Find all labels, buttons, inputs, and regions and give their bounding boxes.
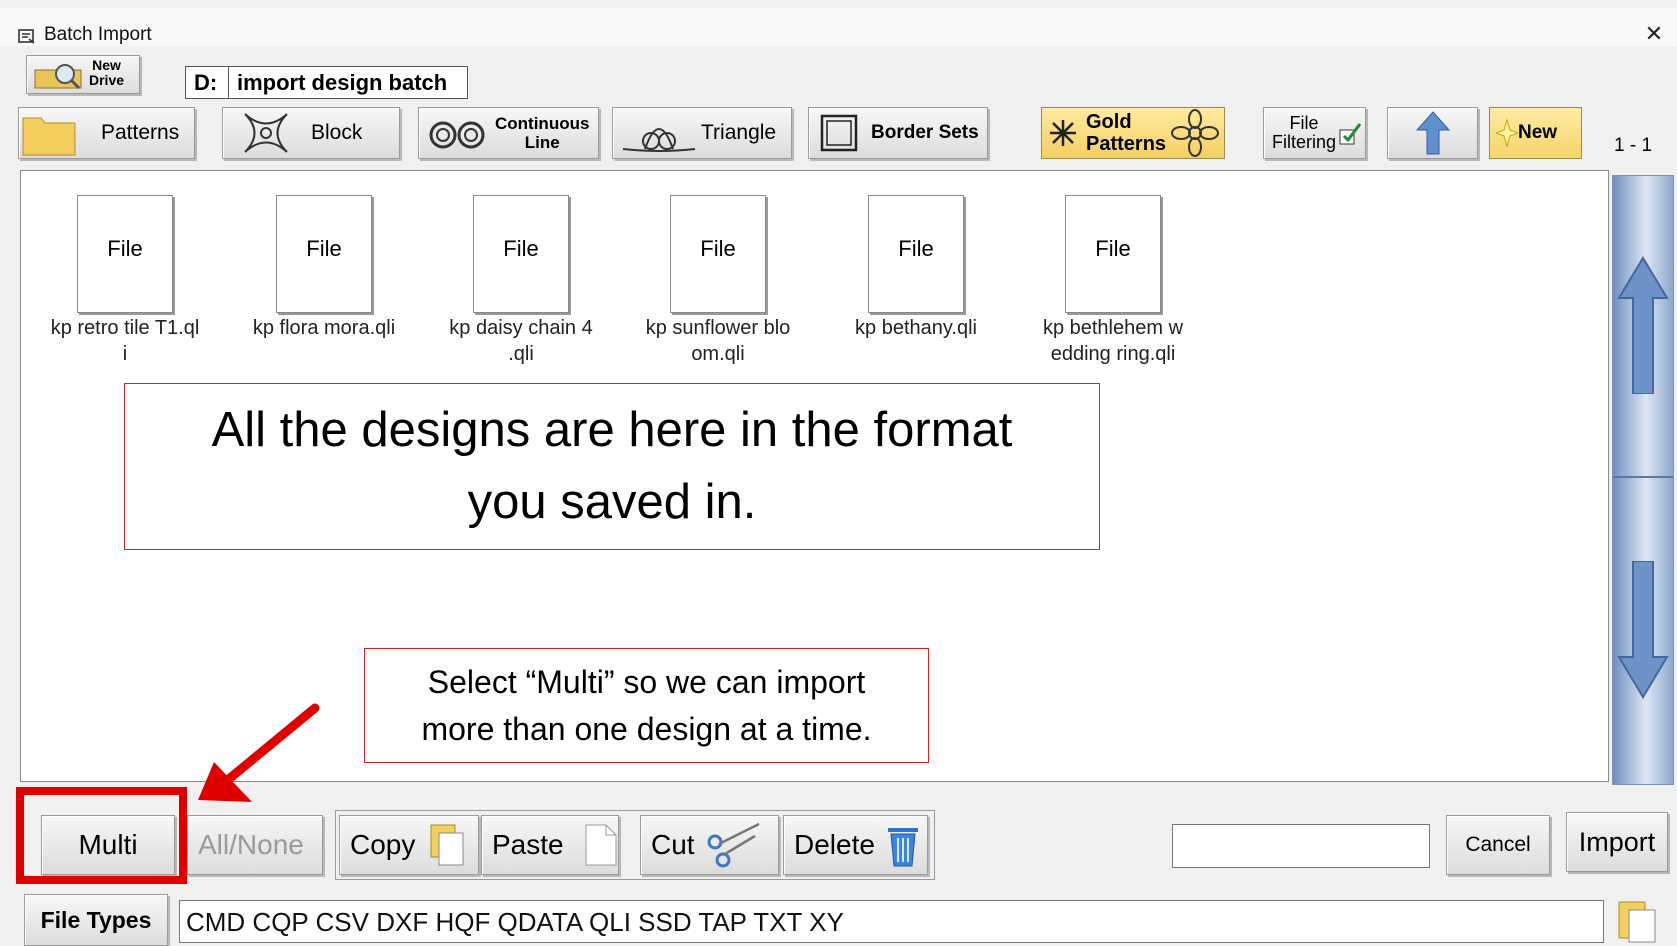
cut-button[interactable]: Cut xyxy=(640,815,779,875)
paste-icon xyxy=(585,824,617,866)
file-icon: File xyxy=(868,195,964,313)
cancel-button[interactable]: Cancel xyxy=(1446,815,1550,875)
clipboard-icon[interactable] xyxy=(1615,898,1659,943)
file-types-button[interactable]: File Types xyxy=(24,894,168,946)
continuous-line-label-2: Line xyxy=(524,133,560,152)
file-item[interactable]: File kp retro tile T1.ql i xyxy=(30,195,220,367)
multi-highlight-box xyxy=(16,787,187,884)
up-folder-button[interactable] xyxy=(1387,107,1478,159)
scroll-up-arrow-icon[interactable] xyxy=(1617,254,1669,394)
window-title: Batch Import xyxy=(44,24,152,45)
spiral-icon xyxy=(429,121,485,149)
file-types-list[interactable]: CMD CQP CSV DXF HQF QDATA QLI SSD TAP TX… xyxy=(179,900,1604,943)
gold-label-2: Patterns xyxy=(1086,133,1167,155)
file-name-line2: .qli xyxy=(508,343,534,365)
title-bar xyxy=(0,8,1677,46)
continuous-line-button[interactable]: Continuous Line xyxy=(418,107,599,159)
new-label: New xyxy=(1518,122,1558,143)
delete-label: Delete xyxy=(794,829,875,860)
multi-instruction-line2: more than one design at a time. xyxy=(421,711,872,747)
sparkle-icon xyxy=(1496,118,1518,148)
checkmark-icon xyxy=(1339,123,1362,145)
block-label: Block xyxy=(311,121,363,144)
gold-label-1: Gold xyxy=(1086,111,1132,133)
paste-label: Paste xyxy=(492,829,564,860)
red-arrow-icon xyxy=(198,703,320,802)
flower-icon xyxy=(1171,109,1220,157)
file-name-line1: kp retro tile T1.ql xyxy=(50,317,200,339)
file-item[interactable]: File kp sunflower blo om.qli xyxy=(623,195,813,367)
file-icon: File xyxy=(670,195,766,313)
batch-import-icon xyxy=(18,29,35,44)
cut-label: Cut xyxy=(651,829,695,860)
continuous-line-label-1: Continuous xyxy=(495,114,590,133)
copy-label: Copy xyxy=(350,829,416,860)
import-label: Import xyxy=(1578,826,1656,857)
new-button[interactable]: New xyxy=(1489,107,1582,159)
multi-instruction-line1: Select “Multi” so we can import xyxy=(427,664,866,700)
triangle-label: Triangle xyxy=(701,121,777,144)
border-sets-label: Border Sets xyxy=(871,122,979,143)
file-name-line1: kp flora mora.qli xyxy=(252,317,396,339)
file-item[interactable]: File kp daisy chain 4 .qli xyxy=(426,195,616,367)
import-button[interactable]: Import xyxy=(1566,812,1668,872)
page-count: 1 - 1 xyxy=(1614,135,1653,156)
drive-icon xyxy=(34,64,82,90)
all-none-button[interactable]: All/None xyxy=(187,815,323,875)
file-icon: File xyxy=(276,195,372,313)
file-name-line2: i xyxy=(122,343,128,365)
file-name-line2: edding ring.qli xyxy=(1050,343,1176,365)
annotation-line1: All the designs are here in the format xyxy=(211,403,1013,457)
border-icon xyxy=(820,114,858,152)
paste-button[interactable]: Paste xyxy=(481,815,619,875)
file-name-line1: kp sunflower blo xyxy=(645,317,791,339)
multi-instruction-callout: Select “Multi” so we can import more tha… xyxy=(364,648,929,763)
copy-icon xyxy=(430,824,464,866)
file-name-line1: kp bethany.qli xyxy=(855,317,977,339)
vertical-scrollbar[interactable] xyxy=(1612,175,1674,785)
file-filtering-button[interactable]: File Filtering xyxy=(1263,107,1366,159)
file-name-line2: om.qli xyxy=(691,343,745,365)
file-name-line1: kp bethlehem w xyxy=(1042,317,1184,339)
block-icon xyxy=(244,113,288,153)
copy-button[interactable]: Copy xyxy=(339,815,479,875)
all-none-label: All/None xyxy=(198,829,304,860)
up-arrow-icon xyxy=(1415,111,1450,155)
file-icon: File xyxy=(77,195,173,313)
trash-icon xyxy=(887,828,918,867)
patterns-button[interactable]: Patterns xyxy=(18,107,195,159)
drive-letter-field[interactable]: D: xyxy=(185,66,229,99)
folder-path-field[interactable]: import design batch xyxy=(228,66,468,99)
new-drive-line1: New xyxy=(92,57,121,73)
triangle-motif-icon xyxy=(622,128,696,152)
block-button[interactable]: Block xyxy=(222,107,400,159)
file-item[interactable]: File kp bethlehem w edding ring.qli xyxy=(1018,195,1208,367)
file-icon: File xyxy=(473,195,569,313)
annotation-line2: you saved in. xyxy=(467,475,757,529)
file-icon: File xyxy=(1065,195,1161,313)
file-filtering-label-2: Filtering xyxy=(1272,132,1337,152)
annotation-callout: All the designs are here in the format y… xyxy=(124,383,1100,550)
scissors-icon xyxy=(707,822,760,868)
file-filtering-label-1: File xyxy=(1289,113,1319,133)
scroll-down-arrow-icon[interactable] xyxy=(1617,561,1669,701)
cancel-label: Cancel xyxy=(1465,833,1531,856)
new-drive-line2: Drive xyxy=(89,72,125,88)
border-sets-button[interactable]: Border Sets xyxy=(808,107,988,159)
gold-star-icon xyxy=(1050,120,1076,146)
close-button[interactable]: ✕ xyxy=(1640,20,1668,48)
new-drive-button[interactable]: New Drive xyxy=(26,55,140,94)
file-item[interactable]: File kp flora mora.qli xyxy=(229,195,419,341)
delete-button[interactable]: Delete xyxy=(783,815,928,875)
triangle-button[interactable]: Triangle xyxy=(612,107,792,159)
folder-icon xyxy=(22,117,76,156)
file-name-line1: kp daisy chain 4 xyxy=(449,317,593,339)
import-name-field[interactable] xyxy=(1172,824,1430,868)
gold-patterns-button[interactable]: Gold Patterns xyxy=(1041,107,1225,159)
patterns-label: Patterns xyxy=(101,121,180,144)
file-item[interactable]: File kp bethany.qli xyxy=(821,195,1011,341)
